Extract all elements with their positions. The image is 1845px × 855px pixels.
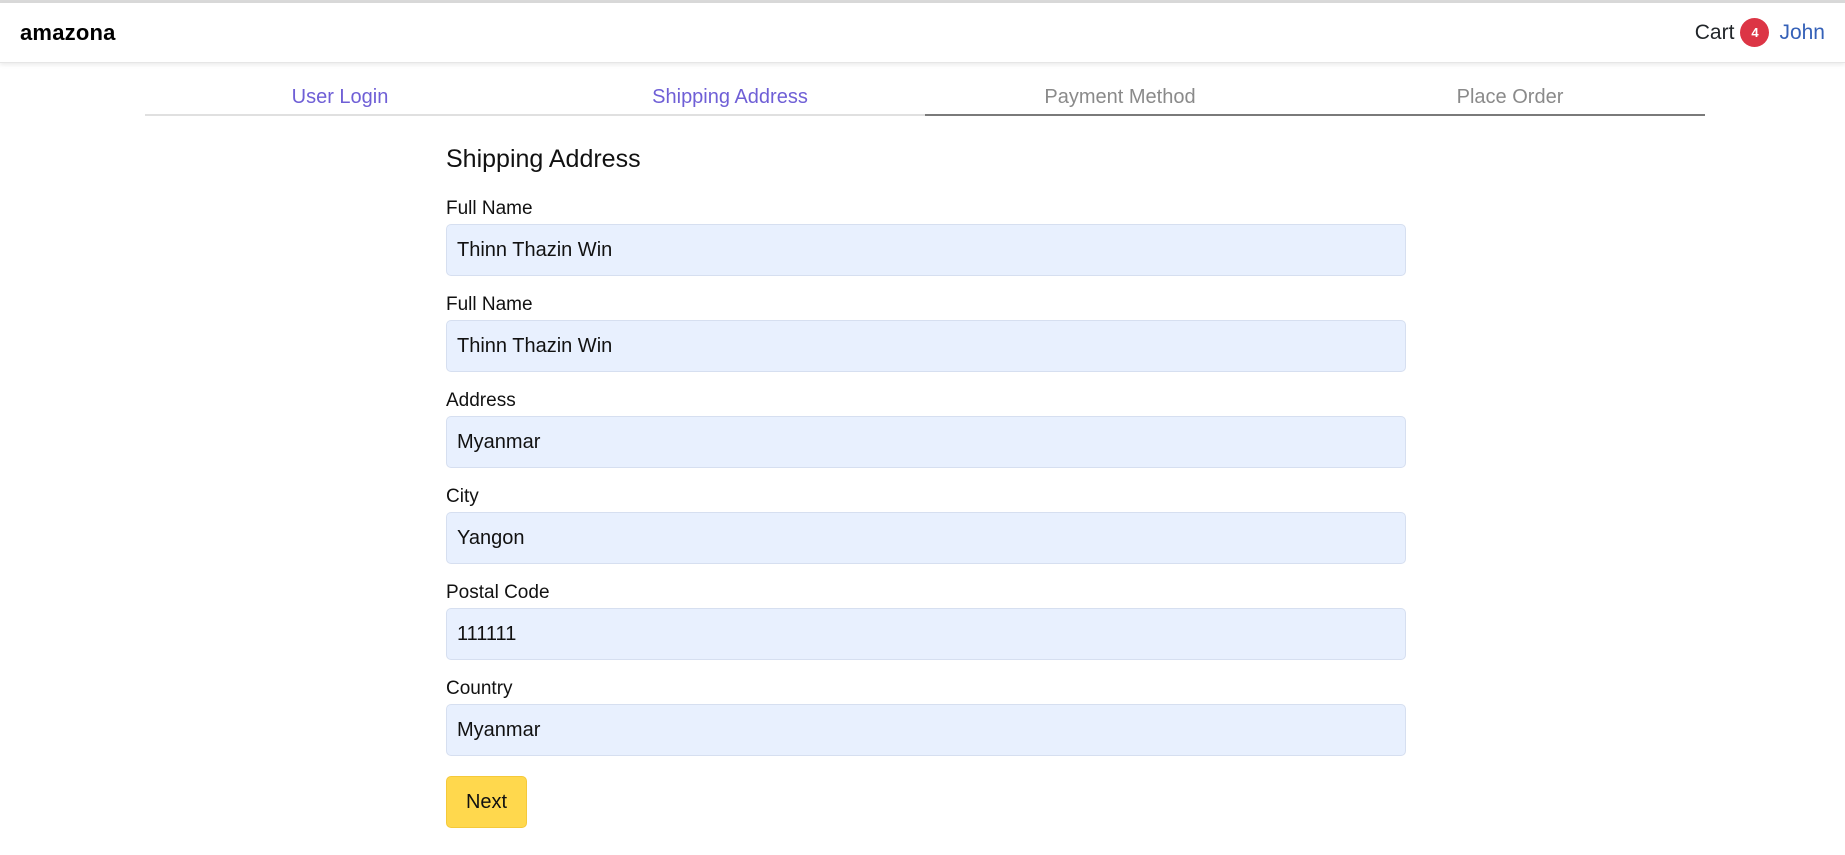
full-name-input[interactable]: [446, 224, 1406, 276]
step-user-login: User Login: [145, 82, 535, 116]
field-address: Address: [446, 389, 1406, 468]
page-title: Shipping Address: [446, 145, 641, 173]
city-input[interactable]: [446, 512, 1406, 564]
address-input[interactable]: [446, 416, 1406, 468]
user-menu-link[interactable]: John: [1779, 21, 1825, 45]
navbar: amazona Cart 4 John: [0, 3, 1845, 63]
brand-logo-link[interactable]: amazona: [20, 20, 116, 46]
field-country: Country: [446, 677, 1406, 756]
city-label: City: [446, 486, 479, 507]
field-city: City: [446, 485, 1406, 564]
next-button[interactable]: Next: [446, 776, 527, 828]
full-name-2-input[interactable]: [446, 320, 1406, 372]
step-place-order: Place Order: [1315, 82, 1705, 116]
cart-count-badge: 4: [1740, 18, 1770, 47]
country-label: Country: [446, 678, 513, 699]
field-postal-code: Postal Code: [446, 581, 1406, 660]
field-full-name: Full Name: [446, 197, 1406, 276]
full-name-label: Full Name: [446, 198, 533, 219]
nav-right: Cart 4 John: [1695, 18, 1825, 47]
shipping-form: Shipping Address Full Name Full Name Add…: [446, 140, 1406, 828]
step-payment-method: Payment Method: [925, 82, 1315, 116]
field-full-name-2: Full Name: [446, 293, 1406, 372]
checkout-steps: User Login Shipping Address Payment Meth…: [145, 82, 1705, 116]
postal-code-label: Postal Code: [446, 582, 550, 603]
cart-link[interactable]: Cart: [1695, 21, 1735, 45]
full-name-2-label: Full Name: [446, 294, 533, 315]
step-shipping-address: Shipping Address: [535, 82, 925, 116]
country-input[interactable]: [446, 704, 1406, 756]
address-label: Address: [446, 390, 516, 411]
postal-code-input[interactable]: [446, 608, 1406, 660]
